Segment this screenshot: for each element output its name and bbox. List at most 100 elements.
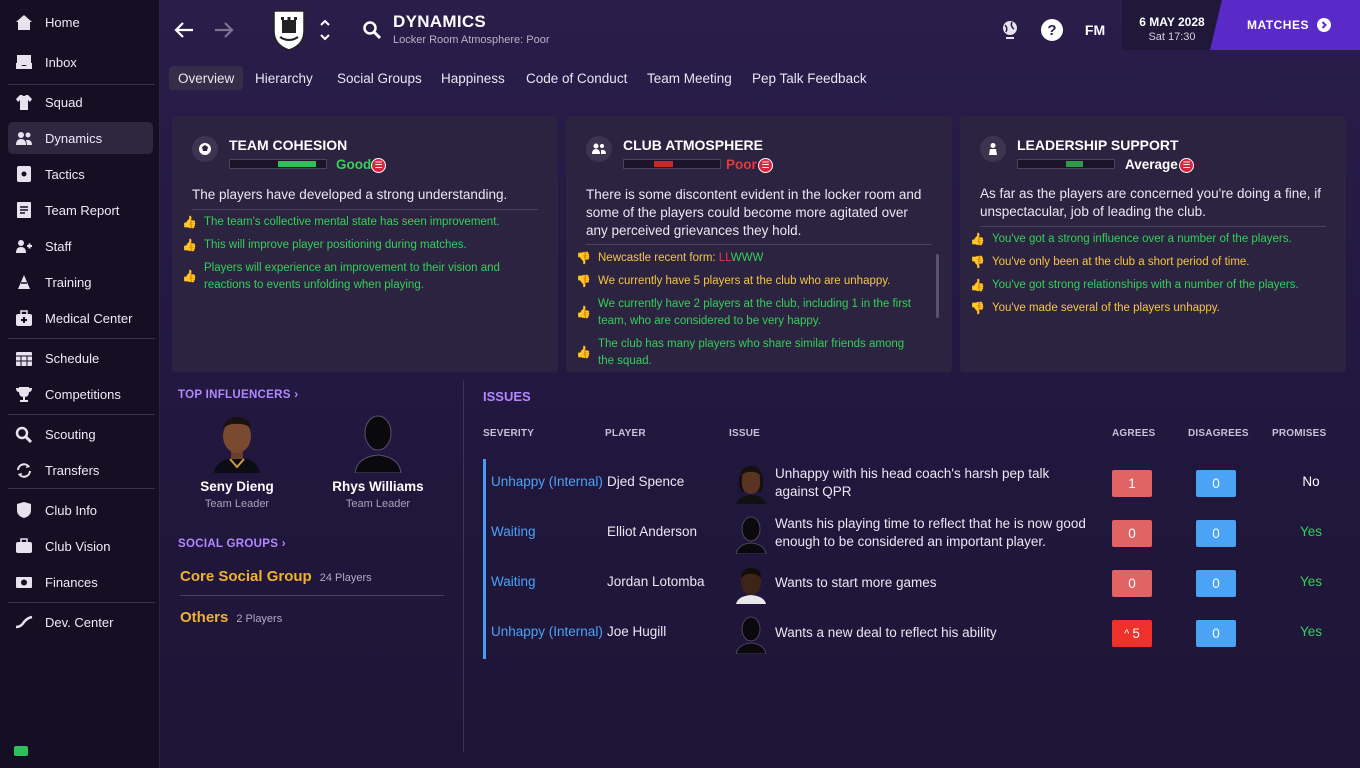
player-photo	[734, 464, 768, 504]
rating-detail-icon[interactable]: ☰	[1179, 158, 1194, 173]
sidebar-item-team-report[interactable]: Team Report	[8, 194, 153, 226]
sidebar-item-label: Schedule	[45, 350, 100, 366]
sidebar-item-inbox[interactable]: Inbox	[8, 46, 153, 78]
social-group-count: 2 Players	[236, 613, 283, 625]
tab-social-groups[interactable]: Social Groups	[328, 66, 431, 90]
column-header-agrees[interactable]: AGREES	[1112, 428, 1155, 439]
social-group-name: Core Social Group	[180, 568, 312, 585]
sidebar-item-home[interactable]: Home	[8, 6, 153, 38]
trend-up-icon: ^	[1124, 627, 1130, 640]
tab-pep-talk-feedback[interactable]: Pep Talk Feedback	[743, 66, 876, 90]
sidebar-item-dynamics[interactable]: Dynamics	[8, 122, 153, 154]
group-icon	[586, 136, 612, 162]
sidebar-item-training[interactable]: Training	[8, 266, 153, 298]
back-button[interactable]	[172, 18, 196, 42]
sidebar-item-club-info[interactable]: Club Info	[8, 494, 153, 526]
issue-severity[interactable]: Waiting	[491, 524, 536, 539]
column-header-severity[interactable]: SEVERITY	[483, 428, 534, 439]
issue-severity[interactable]: Unhappy (Internal)	[491, 624, 603, 639]
rating-detail-icon[interactable]: ☰	[758, 158, 773, 173]
globe-button[interactable]	[998, 18, 1022, 42]
question-icon: ?	[1047, 21, 1057, 39]
issue-player[interactable]: Jordan Lotomba	[607, 574, 705, 589]
club-crest-icon[interactable]	[270, 8, 308, 52]
game-date[interactable]: 6 MAY 2028 Sat 17:30	[1122, 0, 1222, 50]
sidebar-item-schedule[interactable]: Schedule	[8, 342, 153, 374]
club-switcher-button[interactable]	[318, 16, 332, 44]
sidebar-item-label: Training	[45, 274, 92, 290]
issue-player[interactable]: Elliot Anderson	[607, 524, 697, 539]
sidebar-item-label: Medical Center	[45, 310, 133, 326]
page-title: DYNAMICS	[393, 12, 487, 31]
finances-icon	[14, 572, 34, 592]
panel-description: The players have developed a strong unde…	[192, 187, 508, 202]
feedback-item: 👎 You've made several of the players unha…	[970, 301, 1220, 315]
sidebar-item-label: Dev. Center	[45, 614, 114, 630]
issue-severity[interactable]: Unhappy (Internal)	[491, 474, 603, 489]
status-indicator-icon[interactable]	[14, 746, 28, 756]
staff-icon	[14, 236, 34, 256]
sidebar-item-finances[interactable]: Finances	[8, 566, 153, 598]
column-header-disagrees[interactable]: DISAGREES	[1188, 428, 1249, 439]
table-row[interactable]: Unhappy (Internal) Joe Hugill Wants a ne…	[491, 609, 1331, 659]
feedback-item: 👎 We currently have 5 players at the club…	[576, 274, 891, 288]
help-button[interactable]: ?	[1041, 19, 1063, 41]
influencer-card[interactable]: Rhys Williams Team Leader	[323, 411, 433, 510]
tab-overview[interactable]: Overview	[169, 66, 244, 90]
tab-code-of-conduct[interactable]: Code of Conduct	[517, 66, 636, 90]
top-influencers-link[interactable]: TOP INFLUENCERS ›	[178, 389, 298, 401]
disagrees-count[interactable]: 0	[1196, 570, 1236, 597]
social-group-row[interactable]: Others 2 Players	[180, 609, 444, 626]
sidebar-item-medical-center[interactable]: Medical Center	[8, 302, 153, 334]
thumbs-down-icon: 👎	[970, 255, 985, 269]
disagrees-count[interactable]: 0	[1196, 520, 1236, 547]
sidebar-item-tactics[interactable]: Tactics	[8, 158, 153, 190]
sidebar-item-competitions[interactable]: Competitions	[8, 378, 153, 410]
agrees-count[interactable]: 1	[1112, 470, 1152, 497]
influencer-name: Rhys Williams	[332, 479, 424, 494]
social-group-row[interactable]: Core Social Group 24 Players	[180, 568, 444, 585]
transfers-icon	[14, 460, 34, 480]
social-groups-link[interactable]: SOCIAL GROUPS ›	[178, 538, 286, 550]
player-silhouette	[734, 514, 768, 554]
issue-player[interactable]: Djed Spence	[607, 474, 684, 489]
arrow-left-icon	[174, 22, 193, 38]
search-button[interactable]	[360, 18, 384, 42]
column-header-issue[interactable]: ISSUE	[729, 428, 760, 439]
club-atmosphere-panel: CLUB ATMOSPHERE Poor ☰ There is some dis…	[566, 116, 952, 372]
rating-detail-icon[interactable]: ☰	[371, 158, 386, 173]
scrollbar[interactable]	[936, 254, 939, 318]
feedback-item: 👍 You've got a strong influence over a nu…	[970, 232, 1292, 246]
sidebar-item-transfers[interactable]: Transfers	[8, 454, 153, 486]
issue-player[interactable]: Joe Hugill	[607, 624, 666, 639]
sidebar-item-label: Transfers	[45, 462, 100, 478]
agrees-count[interactable]: ^ 5	[1112, 620, 1152, 647]
fm-menu-button[interactable]: FM	[1082, 18, 1108, 42]
rating-bar	[229, 159, 327, 169]
forward-button[interactable]	[212, 18, 236, 42]
table-row[interactable]: Unhappy (Internal) Djed Spence Unhappy w…	[491, 459, 1331, 509]
table-row[interactable]: Waiting Elliot Anderson Wants his playin…	[491, 509, 1331, 559]
influencer-card[interactable]: Seny Dieng Team Leader	[182, 411, 292, 510]
promise-status: No	[1302, 474, 1320, 489]
tab-happiness[interactable]: Happiness	[432, 66, 514, 90]
tactics-icon	[14, 164, 34, 184]
matches-button[interactable]: MATCHES	[1210, 0, 1360, 50]
table-row[interactable]: Waiting Jordan Lotomba Wants to start mo…	[491, 559, 1331, 609]
tab-hierarchy[interactable]: Hierarchy	[246, 66, 322, 90]
column-header-player[interactable]: PLAYER	[605, 428, 646, 439]
influencer-role: Team Leader	[345, 498, 411, 510]
disagrees-count[interactable]: 0	[1196, 620, 1236, 647]
issue-severity[interactable]: Waiting	[491, 574, 536, 589]
agrees-count[interactable]: 0	[1112, 570, 1152, 597]
tab-team-meeting[interactable]: Team Meeting	[638, 66, 741, 90]
issue-text: Unhappy with his head coach's harsh pep …	[775, 466, 1050, 499]
sidebar-item-dev-center[interactable]: Dev. Center	[8, 606, 153, 638]
sidebar-item-scouting[interactable]: Scouting	[8, 418, 153, 450]
column-header-promises[interactable]: PROMISES	[1272, 428, 1326, 439]
sidebar-item-club-vision[interactable]: Club Vision	[8, 530, 153, 562]
disagrees-count[interactable]: 0	[1196, 470, 1236, 497]
sidebar-item-squad[interactable]: Squad	[8, 86, 153, 118]
agrees-count[interactable]: 0	[1112, 520, 1152, 547]
sidebar-item-staff[interactable]: Staff	[8, 230, 153, 262]
